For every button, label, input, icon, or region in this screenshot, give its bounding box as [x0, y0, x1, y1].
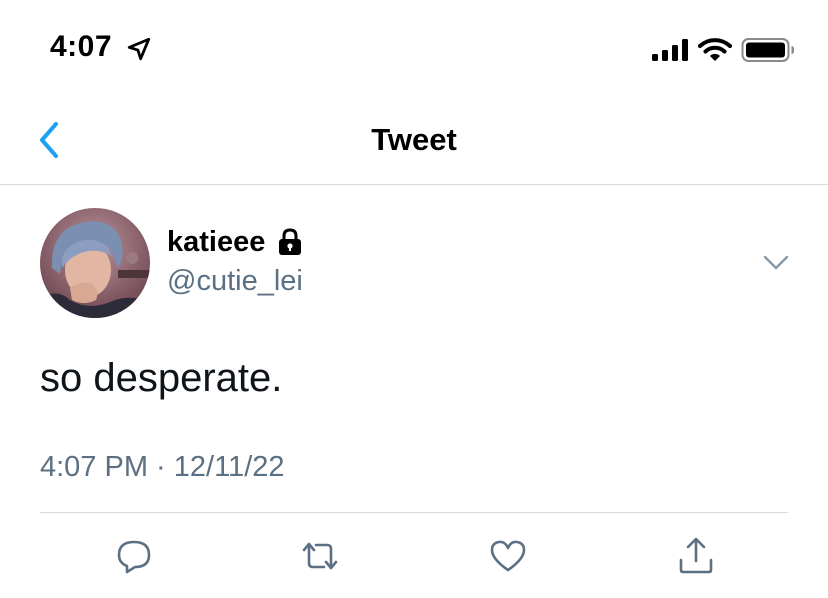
page-title: Tweet — [371, 122, 457, 157]
reply-icon — [117, 540, 151, 574]
battery-icon — [741, 38, 794, 62]
status-time: 4:07 — [50, 30, 113, 63]
reply-button[interactable] — [114, 536, 154, 576]
cellular-signal-icon — [652, 39, 688, 61]
display-name-row[interactable]: katieee — [167, 224, 305, 260]
status-bar: 4:07 — [0, 0, 828, 96]
avatar[interactable] — [40, 208, 150, 318]
avatar-image — [40, 208, 150, 318]
location-arrow-icon — [127, 37, 151, 61]
share-button[interactable] — [676, 536, 716, 576]
lock-icon — [279, 228, 302, 255]
heart-icon — [490, 540, 526, 572]
display-name[interactable]: katieee — [167, 226, 265, 259]
retweet-icon — [302, 542, 338, 570]
retweet-button[interactable] — [300, 536, 340, 576]
user-handle[interactable]: @cutie_lei — [167, 265, 303, 298]
like-button[interactable] — [488, 536, 528, 576]
tweet-timestamp: 4:07 PM · 12/11/22 — [40, 451, 285, 483]
wifi-icon — [698, 38, 732, 61]
chevron-down-icon[interactable] — [762, 252, 790, 274]
divider — [40, 512, 788, 513]
share-icon — [679, 537, 713, 574]
nav-bar: Tweet — [0, 96, 828, 185]
tweet-text: so desperate. — [40, 356, 283, 400]
